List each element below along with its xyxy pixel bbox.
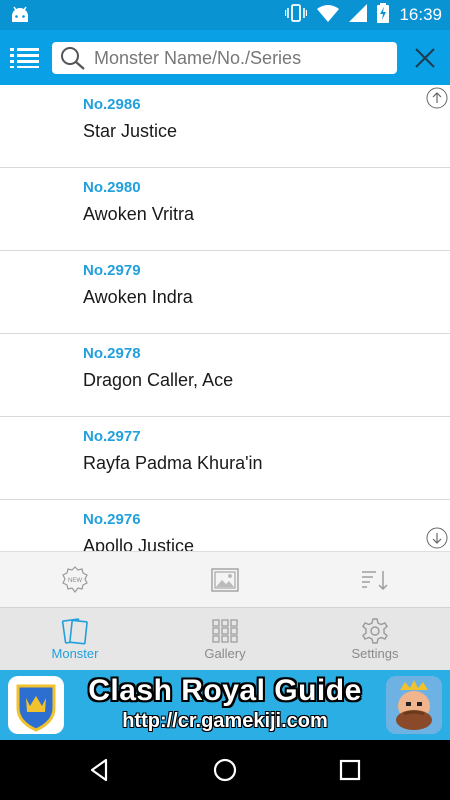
monster-name: Dragon Caller, Ace — [83, 370, 234, 390]
scroll-to-top-icon[interactable] — [426, 87, 448, 114]
tab-monster-label: Monster — [51, 646, 99, 661]
bottom-nav: Monster Gallery Settings — [0, 607, 450, 670]
list-item[interactable]: No.2980 Awoken Vritra — [0, 168, 450, 251]
signal-icon — [349, 3, 368, 27]
tab-gallery[interactable]: Gallery — [150, 608, 300, 671]
back-icon[interactable] — [86, 756, 114, 784]
monster-name: Awoken Indra — [83, 287, 193, 307]
new-badge-text: NEW — [68, 578, 82, 584]
search-icon — [60, 46, 86, 75]
sort-icon[interactable] — [300, 552, 450, 608]
ad-url: http://cr.gamekiji.com — [122, 710, 328, 732]
king-character-icon — [386, 676, 442, 734]
list-menu-icon[interactable] — [8, 42, 42, 72]
battery-charging-icon — [377, 2, 390, 28]
search-input[interactable] — [94, 42, 392, 74]
tab-gallery-label: Gallery — [204, 646, 246, 661]
monster-number: No.2980 — [83, 179, 141, 196]
system-nav-bar — [0, 740, 450, 800]
monster-number: No.2976 — [83, 511, 141, 528]
close-icon[interactable] — [414, 47, 436, 69]
android-icon — [10, 6, 30, 29]
new-badge-icon[interactable]: NEW — [0, 552, 150, 608]
status-clock: 16:39 — [399, 5, 442, 24]
tab-monster[interactable]: Monster — [0, 608, 150, 671]
image-gallery-icon[interactable] — [150, 552, 300, 608]
tab-settings-label: Settings — [351, 646, 399, 661]
recents-icon[interactable] — [336, 756, 364, 784]
monster-number: No.2979 — [83, 262, 141, 279]
monster-number: No.2978 — [83, 345, 141, 362]
list-item[interactable]: No.2978 Dragon Caller, Ace — [0, 334, 450, 417]
filter-toolbar: NEW — [0, 551, 450, 607]
vibrate-icon — [285, 3, 308, 27]
monster-list[interactable]: No.2986 Star Justice No.2980 Awoken Vrit… — [0, 85, 450, 551]
monster-name: Rayfa Padma Khura'in — [83, 453, 263, 473]
monster-name: Apollo Justice — [83, 536, 195, 551]
shield-crown-icon — [8, 676, 64, 734]
monster-name: Awoken Vritra — [83, 204, 195, 224]
app-bar — [0, 30, 450, 85]
list-item[interactable]: No.2977 Rayfa Padma Khura'in — [0, 417, 450, 500]
scroll-to-bottom-icon[interactable] — [426, 527, 448, 551]
ad-banner[interactable]: Clash Royal Guide http://cr.gamekiji.com — [0, 670, 450, 740]
list-item[interactable]: No.2979 Awoken Indra — [0, 251, 450, 334]
search-box — [52, 42, 397, 74]
tab-settings[interactable]: Settings — [300, 608, 450, 671]
monster-number: No.2986 — [83, 96, 141, 113]
home-icon[interactable] — [211, 756, 239, 784]
list-item[interactable]: No.2986 Star Justice — [0, 85, 450, 168]
monster-number: No.2977 — [83, 428, 141, 445]
list-item[interactable]: No.2976 Apollo Justice — [0, 500, 450, 551]
status-bar: 16:39 — [0, 0, 450, 30]
ad-title: Clash Royal Guide — [88, 674, 362, 707]
monster-name: Star Justice — [83, 121, 178, 141]
wifi-icon — [317, 4, 340, 27]
